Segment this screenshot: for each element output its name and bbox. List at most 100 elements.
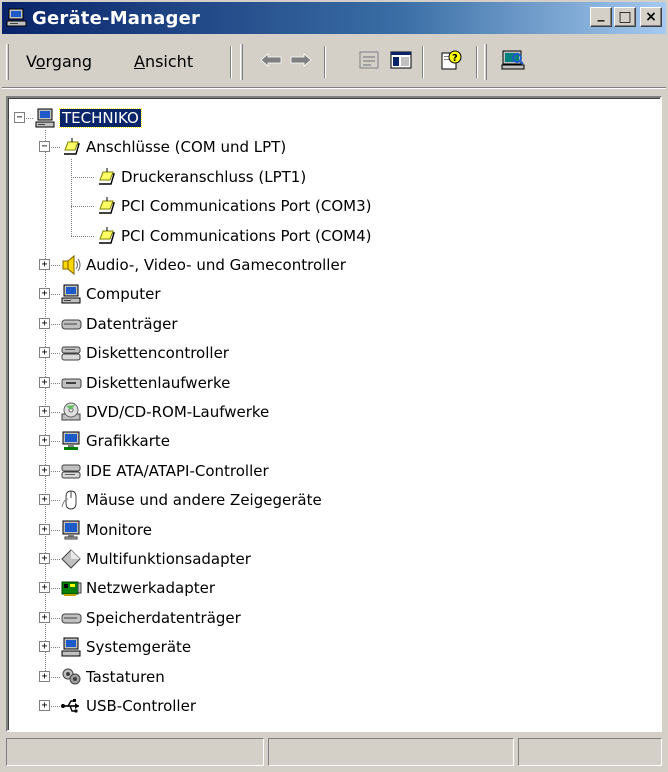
tree-item-port[interactable]: PCI Communications Port (COM3): [95, 193, 372, 219]
expand-toggle[interactable]: +: [39, 406, 50, 417]
tree-item-category[interactable]: Netzwerkadapter: [60, 575, 215, 601]
tree-item-ports[interactable]: Anschlüsse (COM und LPT): [60, 134, 286, 160]
expand-toggle[interactable]: +: [39, 494, 50, 506]
tree-item-label: Computer: [86, 285, 161, 304]
expand-toggle[interactable]: +: [39, 641, 50, 653]
tree-item-label: Audio-, Video- und Gamecontroller: [86, 256, 346, 274]
tree-item-port[interactable]: PCI Communications Port (COM4): [95, 223, 372, 249]
tree-item-label: Datenträger: [86, 314, 178, 333]
toolbar-separator: [324, 46, 326, 78]
expand-toggle[interactable]: +: [39, 700, 50, 711]
show-hide-tree-button[interactable]: [388, 50, 414, 74]
tree-item-label: Speicherdatenträger: [86, 608, 241, 627]
tree-item-category[interactable]: Diskettencontroller: [60, 340, 229, 366]
window-title: Geräte-Manager: [32, 7, 201, 29]
help-button[interactable]: ?: [438, 50, 464, 74]
properties-icon: [358, 50, 380, 74]
tree-connector: [71, 159, 72, 236]
tree-item-category[interactable]: Computer: [60, 281, 161, 307]
tree-item-category[interactable]: Grafikkarte: [60, 428, 170, 454]
tree-connector: [51, 617, 60, 619]
title-bar[interactable]: Geräte-Manager _ □ ×: [2, 2, 666, 34]
menubar-grip[interactable]: [6, 44, 9, 80]
tree-item-category[interactable]: Datenträger: [60, 311, 178, 337]
tree-item-category[interactable]: USB-Controller: [60, 693, 196, 719]
tree-item-label: DVD/CD-ROM-Laufwerke: [86, 403, 270, 421]
status-panel-2: [268, 738, 514, 766]
tree-item-category[interactable]: Monitore: [60, 517, 152, 543]
tree-item-category[interactable]: Diskettenlaufwerke: [60, 370, 230, 396]
status-bar: [6, 738, 662, 768]
tree-root-techniko[interactable]: TECHNIKO: [34, 105, 142, 131]
toolbar-grip-2[interactable]: [484, 44, 487, 80]
forward-button[interactable]: [288, 50, 314, 74]
expand-toggle[interactable]: +: [39, 288, 50, 300]
collapse-toggle[interactable]: −: [14, 112, 25, 123]
toolbar-grip[interactable]: [240, 44, 243, 80]
device-manager-window: Geräte-Manager _ □ × Vorgang Ansicht ? −…: [0, 0, 668, 772]
menu-toolbar-row: Vorgang Ansicht ?: [2, 38, 666, 89]
keyboard-icon: [60, 666, 82, 688]
expand-toggle[interactable]: +: [39, 611, 50, 623]
forward-icon: [290, 53, 312, 71]
network-adapter-icon: [60, 577, 82, 599]
tree-item-label: Tastaturen: [86, 667, 165, 686]
menu-ansicht[interactable]: Ansicht: [134, 52, 193, 71]
help-icon: ?: [440, 49, 462, 75]
tree-connector: [51, 147, 60, 149]
menu-separator: [230, 46, 232, 78]
scan-hardware-button[interactable]: [500, 50, 526, 74]
close-button[interactable]: ×: [640, 7, 662, 27]
tree-connector: [51, 500, 60, 502]
tree-item-category[interactable]: DVD/CD-ROM-Laufwerke: [60, 399, 269, 425]
expand-toggle[interactable]: +: [39, 317, 50, 329]
usb-icon: [60, 695, 82, 717]
system-devices-icon: [60, 636, 82, 658]
tree-item-label: Diskettencontroller: [86, 344, 229, 363]
tree-item-category[interactable]: IDE ATA/ATAPI-Controller: [60, 458, 269, 484]
disk-drive-icon: [60, 313, 82, 335]
tree-connector: [51, 382, 60, 384]
tree-item-category[interactable]: Audio-, Video- und Gamecontroller: [60, 252, 346, 278]
maximize-button[interactable]: □: [614, 7, 636, 27]
expand-toggle[interactable]: +: [39, 553, 50, 564]
collapse-toggle[interactable]: −: [39, 141, 50, 153]
tree-item-category[interactable]: Multifunktionsadapter: [60, 546, 251, 572]
back-button[interactable]: [258, 50, 284, 74]
display-adapter-icon: [60, 430, 82, 452]
tree-item-category[interactable]: Speicherdatenträger: [60, 605, 241, 631]
tree-item-label: Mäuse und andere Zeigegeräte: [86, 491, 322, 510]
tree-connector: [26, 118, 34, 119]
tree-item-category[interactable]: Systemgeräte: [60, 634, 191, 660]
window-controls: _ □ ×: [590, 7, 662, 27]
status-panel-1: [6, 738, 264, 766]
device-tree[interactable]: − TECHNIKO − Anschlüsse (COM und LPT) Drucke…: [6, 96, 662, 732]
tree-item-category[interactable]: Tastaturen: [60, 664, 165, 690]
expand-toggle[interactable]: +: [39, 259, 50, 270]
expand-toggle[interactable]: +: [39, 670, 50, 682]
tree-item-label: IDE ATA/ATAPI-Controller: [86, 461, 269, 480]
expand-toggle[interactable]: +: [39, 347, 50, 359]
tree-item-label: TECHNIKO: [59, 108, 142, 128]
tree-item-category[interactable]: Mäuse und andere Zeigegeräte: [60, 487, 322, 513]
tree-item-label: Diskettenlaufwerke: [86, 373, 231, 392]
cdrom-icon: [60, 401, 82, 423]
tree-connector: [51, 412, 60, 413]
tree-connector: [51, 588, 60, 590]
status-panel-3: [518, 738, 662, 766]
tree-connector: [51, 559, 60, 560]
expand-toggle[interactable]: +: [39, 435, 50, 447]
floppy-drive-icon: [60, 372, 82, 394]
tree-connector: [71, 235, 95, 237]
expand-toggle[interactable]: +: [39, 464, 50, 476]
expand-toggle[interactable]: +: [39, 582, 50, 594]
tree-connector: [51, 353, 60, 355]
port-icon: [95, 195, 117, 217]
minimize-button[interactable]: _: [590, 7, 612, 27]
expand-toggle[interactable]: +: [39, 376, 50, 388]
menu-vorgang[interactable]: Vorgang: [26, 52, 92, 71]
properties-button[interactable]: [356, 50, 382, 74]
tree-connector: [71, 206, 95, 208]
expand-toggle[interactable]: +: [39, 523, 50, 535]
tree-item-port[interactable]: Druckeranschluss (LPT1): [95, 164, 306, 190]
